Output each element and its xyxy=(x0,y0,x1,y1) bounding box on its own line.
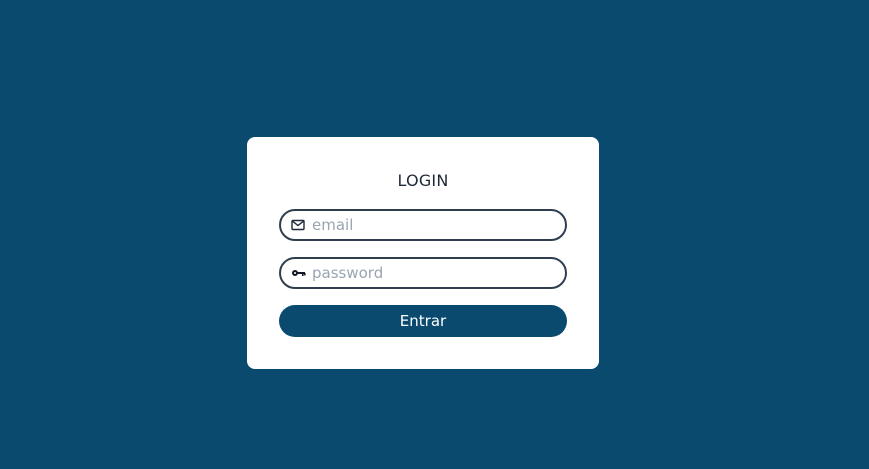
login-title: LOGIN xyxy=(397,171,449,190)
submit-button[interactable]: Entrar xyxy=(279,305,567,337)
key-icon xyxy=(290,265,306,281)
email-input[interactable] xyxy=(312,212,552,238)
email-field[interactable] xyxy=(279,209,567,241)
password-input[interactable] xyxy=(312,260,552,286)
password-field[interactable] xyxy=(279,257,567,289)
login-card: LOGIN Entrar xyxy=(247,137,599,369)
envelope-icon xyxy=(290,217,306,233)
